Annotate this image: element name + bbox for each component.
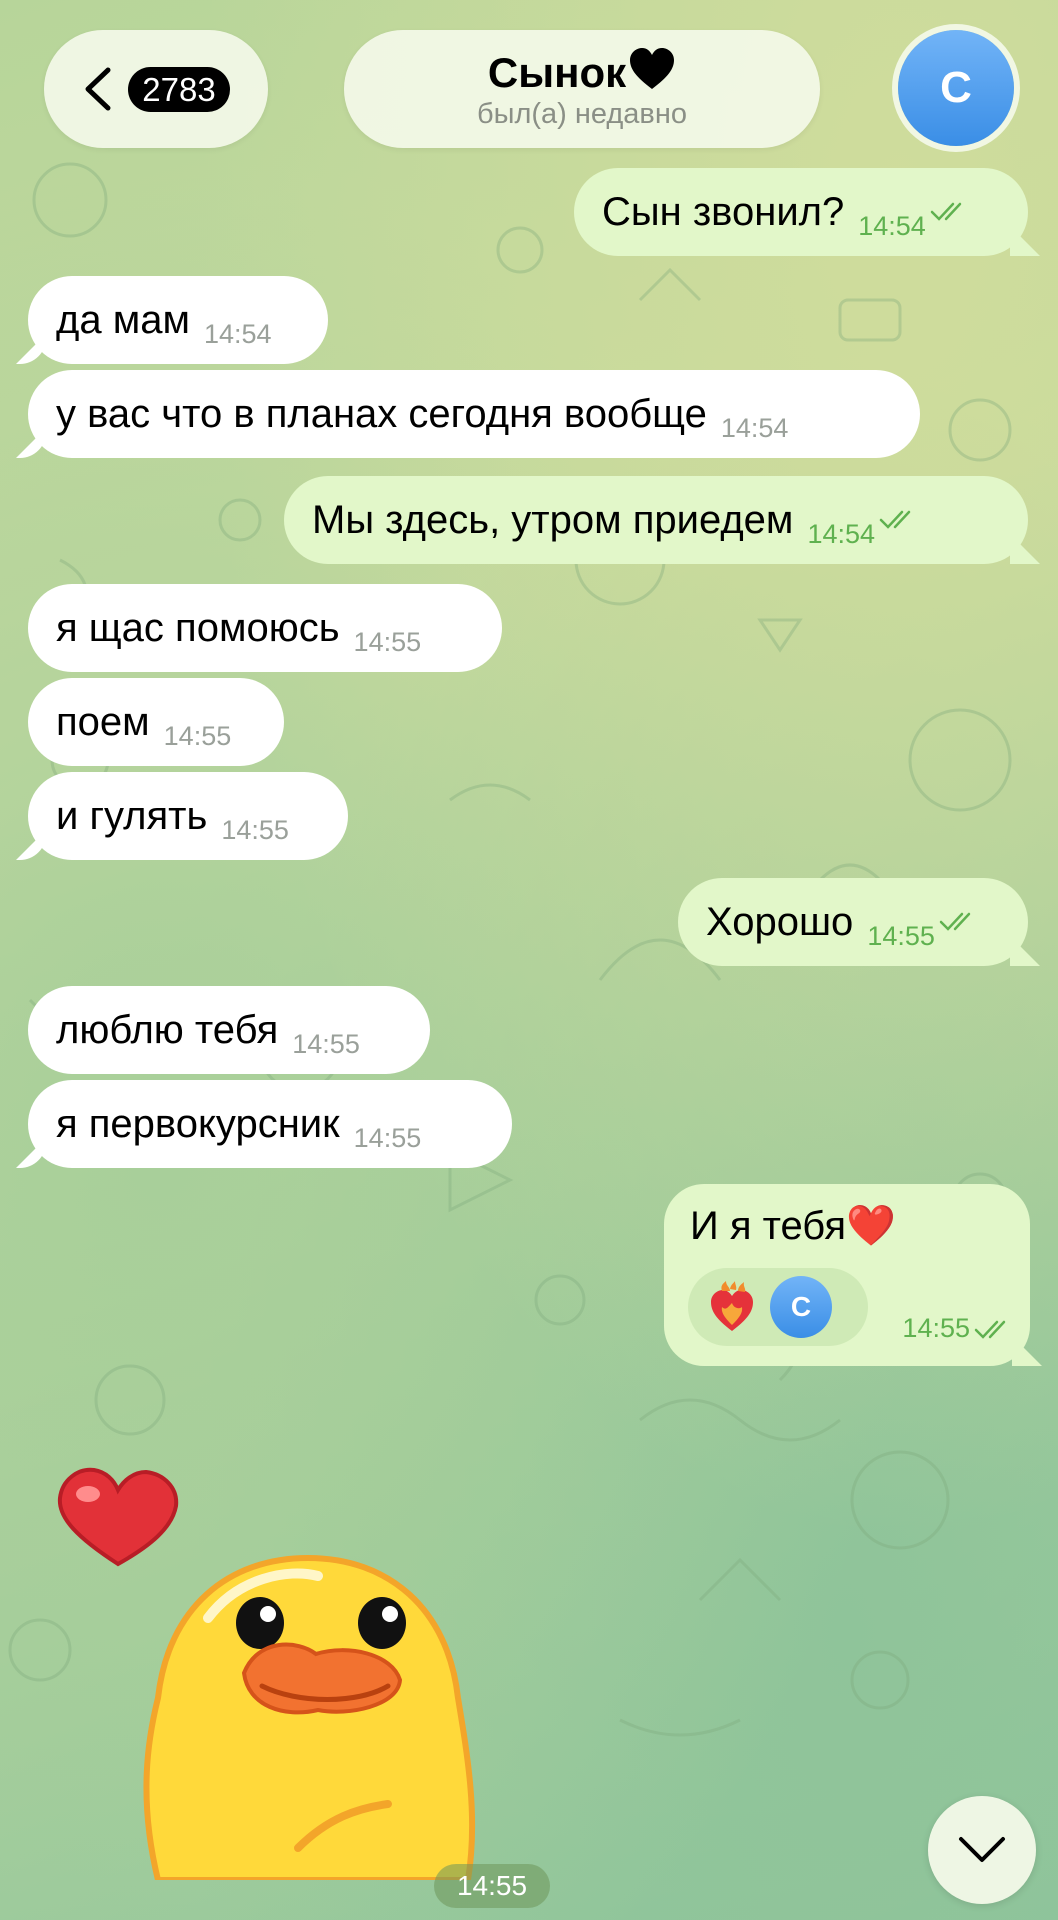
unread-count-badge: 2783	[128, 66, 230, 112]
message-bubble-incoming[interactable]: я первокурсник 14:55	[28, 1080, 512, 1168]
double-check-icon	[930, 202, 962, 221]
message-time: 14:55	[902, 1313, 970, 1343]
chat-status: был(а) недавно	[477, 98, 687, 131]
heart-on-fire-icon	[711, 1281, 753, 1331]
message-bubble-incoming[interactable]: у вас что в планах сегодня вообще 14:54	[28, 370, 920, 458]
message-bubble-incoming[interactable]: и гулять 14:55	[28, 772, 348, 860]
message-bubble-outgoing[interactable]: Хорошо 14:55	[678, 878, 1028, 966]
message-time: 14:55	[353, 1123, 422, 1153]
avatar[interactable]: С	[898, 30, 1014, 146]
message-time: 14:54	[203, 319, 272, 349]
message-text: Хорошо	[706, 899, 854, 944]
duck-sticker[interactable]	[48, 1458, 568, 1880]
message-time: 14:55	[867, 921, 935, 951]
message-text: Мы здесь, утром приедем	[312, 497, 794, 542]
black-heart-icon	[630, 47, 675, 89]
chevron-down-icon	[959, 1837, 1005, 1862]
double-check-icon	[879, 510, 911, 529]
message-bubble-outgoing[interactable]: И я тебя❤️ С 14:55	[664, 1184, 1030, 1366]
message-text: люблю тебя	[56, 1007, 279, 1052]
sticker-time: 14:55	[434, 1864, 550, 1908]
sticker-heart-icon	[57, 1467, 179, 1567]
message-text: И я тебя❤️	[690, 1204, 896, 1248]
message-text: поем	[56, 699, 150, 744]
message-time: 14:55	[353, 627, 422, 657]
reaction-chip[interactable]: С	[688, 1268, 868, 1346]
double-check-icon	[939, 912, 971, 931]
message-text: я первокурсник	[56, 1101, 340, 1146]
message-text: Сын звонил?	[602, 189, 845, 234]
message-time: 14:54	[720, 413, 789, 443]
message-bubble-incoming[interactable]: я щас помоюсь 14:55	[28, 584, 502, 672]
message-time: 14:55	[221, 815, 289, 845]
duck-body	[143, 1554, 476, 1880]
scroll-down-button[interactable]	[928, 1796, 1036, 1904]
reaction-user-avatar: С	[770, 1276, 832, 1338]
message-text: я щас помоюсь	[56, 605, 340, 650]
message-text: у вас что в планах сегодня вообще	[56, 391, 707, 436]
chat-title[interactable]: Сынок был(а) недавно	[344, 30, 820, 148]
message-time: 14:54	[858, 211, 926, 241]
message-bubble-incoming[interactable]: люблю тебя 14:55	[28, 986, 430, 1074]
message-bubble-outgoing[interactable]: Мы здесь, утром приедем 14:54	[284, 476, 1028, 564]
message-bubble-incoming[interactable]: поем 14:55	[28, 678, 284, 766]
message-time: 14:54	[807, 519, 876, 549]
message-text: да мам	[56, 297, 190, 342]
message-bubble-incoming[interactable]: да мам 14:54	[28, 276, 328, 364]
double-check-icon	[974, 1320, 1006, 1339]
chevron-left-icon	[85, 67, 111, 111]
message-time: 14:55	[163, 721, 232, 751]
message-text: и гулять	[56, 793, 208, 838]
chat-name: Сынок	[487, 48, 627, 96]
back-button[interactable]: 2783	[44, 30, 268, 148]
message-time: 14:55	[292, 1029, 360, 1059]
message-bubble-outgoing[interactable]: Сын звонил? 14:54	[574, 168, 1028, 256]
